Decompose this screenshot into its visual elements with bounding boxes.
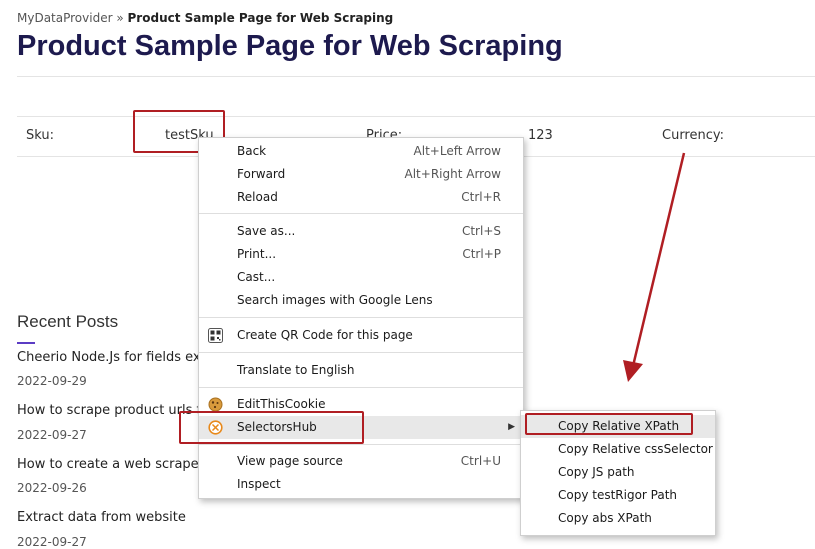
menu-item-label: Print... bbox=[237, 247, 277, 261]
menu-item-forward[interactable]: Forward Alt+Right Arrow bbox=[199, 163, 523, 186]
post-date: 2022-09-26 bbox=[17, 481, 87, 495]
menu-item-translate[interactable]: Translate to English bbox=[199, 359, 523, 382]
menu-separator bbox=[199, 387, 523, 388]
post-link[interactable]: How to create a web scraper u bbox=[17, 457, 216, 472]
post-link[interactable]: Cheerio Node.Js for fields extr bbox=[17, 350, 211, 365]
copy-xpath-highlight-box bbox=[525, 413, 693, 435]
selectorshub-highlight-box bbox=[179, 411, 364, 444]
menu-item-label: Search images with Google Lens bbox=[237, 293, 433, 307]
menu-item-label: Save as... bbox=[237, 224, 296, 238]
menu-item-shortcut: Ctrl+S bbox=[461, 224, 501, 238]
menu-item-label: Create QR Code for this page bbox=[237, 328, 413, 342]
breadcrumb-home-link[interactable]: MyDataProvider bbox=[17, 11, 113, 25]
cookie-icon bbox=[208, 397, 223, 412]
context-menu: Back Alt+Left Arrow Forward Alt+Right Ar… bbox=[198, 137, 524, 499]
menu-item-label: Forward bbox=[237, 167, 286, 181]
menu-item-label: Reload bbox=[237, 190, 278, 204]
menu-item-shortcut: Ctrl+P bbox=[462, 247, 501, 261]
menu-item-label: Inspect bbox=[237, 477, 281, 491]
recent-posts-title: Recent Posts bbox=[17, 312, 119, 331]
submenu-item-copy-testrigor-path[interactable]: Copy testRigor Path bbox=[521, 484, 715, 507]
post-date: 2022-09-29 bbox=[17, 374, 87, 388]
submenu-item-label: Copy abs XPath bbox=[558, 511, 652, 525]
menu-item-view-source[interactable]: View page source Ctrl+U bbox=[199, 450, 523, 473]
menu-item-search-lens[interactable]: Search images with Google Lens bbox=[199, 289, 523, 312]
currency-label: Currency: bbox=[662, 128, 725, 143]
menu-item-save-as[interactable]: Save as... Ctrl+S bbox=[199, 220, 523, 243]
post-date: 2022-09-27 bbox=[17, 428, 87, 442]
menu-item-cast[interactable]: Cast... bbox=[199, 266, 523, 289]
submenu-item-label: Copy testRigor Path bbox=[558, 488, 678, 502]
title-divider bbox=[17, 76, 815, 77]
price-value: 123 bbox=[528, 128, 553, 143]
submenu-item-label: Copy JS path bbox=[558, 465, 635, 479]
submenu-item-label: Copy Relative cssSelector bbox=[558, 442, 713, 456]
submenu-item-copy-abs-xpath[interactable]: Copy abs XPath bbox=[521, 507, 715, 530]
breadcrumb: MyDataProvider » Product Sample Page for… bbox=[17, 11, 393, 25]
menu-item-reload[interactable]: Reload Ctrl+R bbox=[199, 186, 523, 209]
submenu-item-copy-relative-css[interactable]: Copy Relative cssSelector bbox=[521, 438, 715, 461]
sku-label: Sku: bbox=[26, 128, 54, 143]
menu-item-shortcut: Alt+Right Arrow bbox=[404, 167, 501, 181]
breadcrumb-separator: » bbox=[116, 11, 124, 25]
recent-posts-underline bbox=[17, 342, 35, 344]
menu-item-shortcut: Ctrl+U bbox=[460, 454, 501, 468]
menu-item-qr-code[interactable]: Create QR Code for this page bbox=[199, 324, 523, 347]
qr-code-icon bbox=[208, 328, 223, 343]
page-title: Product Sample Page for Web Scraping bbox=[17, 30, 563, 62]
menu-item-print[interactable]: Print... Ctrl+P bbox=[199, 243, 523, 266]
menu-item-label: Back bbox=[237, 144, 267, 158]
submenu-item-copy-js-path[interactable]: Copy JS path bbox=[521, 461, 715, 484]
menu-item-inspect[interactable]: Inspect bbox=[199, 473, 523, 496]
menu-item-label: Cast... bbox=[237, 270, 276, 284]
menu-separator bbox=[199, 317, 523, 318]
post-link[interactable]: Extract data from website bbox=[17, 510, 186, 525]
menu-item-label: Translate to English bbox=[237, 363, 355, 377]
menu-separator bbox=[199, 352, 523, 353]
annotation-arrow bbox=[623, 152, 686, 382]
menu-separator bbox=[199, 213, 523, 214]
submenu-arrow-icon: ▶ bbox=[508, 422, 515, 432]
menu-item-shortcut: Ctrl+R bbox=[461, 190, 501, 204]
menu-item-shortcut: Alt+Left Arrow bbox=[413, 144, 501, 158]
post-date: 2022-09-27 bbox=[17, 535, 87, 549]
menu-item-back[interactable]: Back Alt+Left Arrow bbox=[199, 140, 523, 163]
breadcrumb-current: Product Sample Page for Web Scraping bbox=[127, 11, 394, 25]
menu-separator bbox=[199, 444, 523, 445]
menu-item-label: View page source bbox=[237, 454, 343, 468]
